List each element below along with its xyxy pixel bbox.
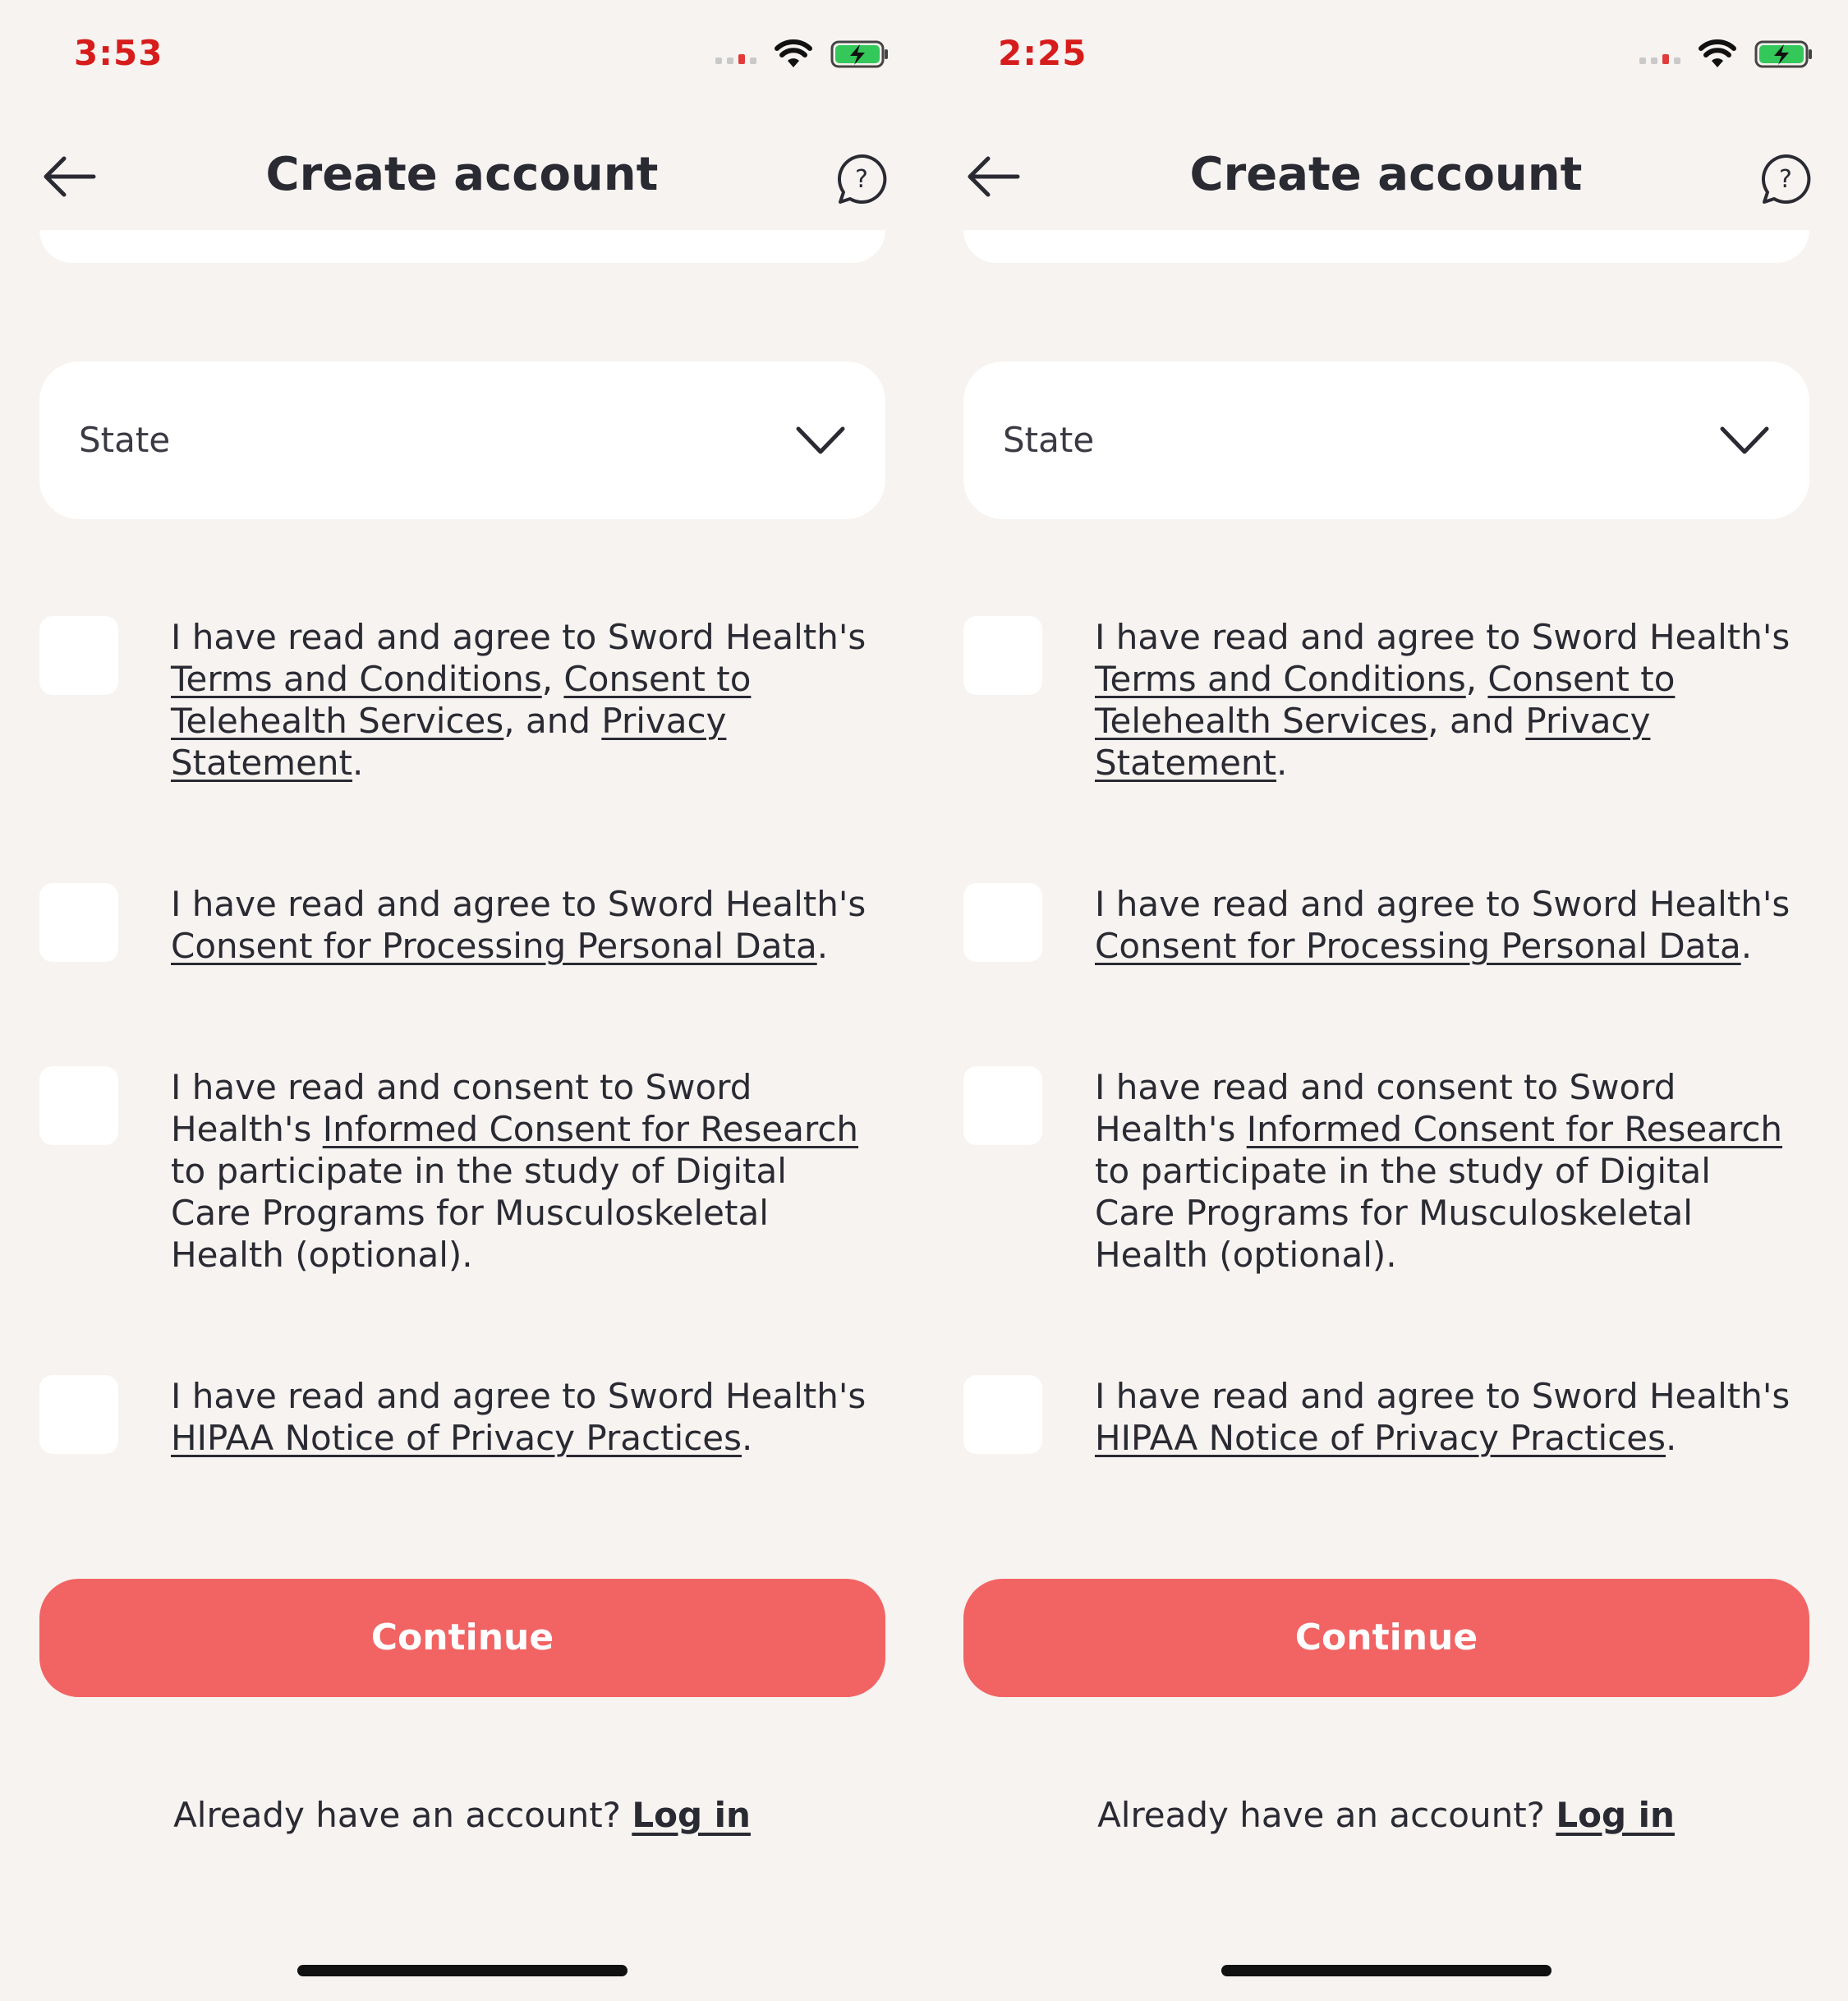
consent-personal-data-text: I have read and agree to Sword Health's … [1095, 884, 1791, 966]
consent-hipaa-text: I have read and agree to Sword Health's … [171, 1376, 867, 1458]
home-indicator[interactable] [297, 1965, 627, 1976]
wifi-icon [775, 39, 812, 67]
phone-screen-right: 2:25 Create account ? State I have read … [924, 0, 1848, 2001]
research-consent-link[interactable]: Informed Consent for Research [1247, 1109, 1782, 1149]
state-select[interactable]: State [39, 361, 885, 519]
state-select-placeholder: State [1003, 420, 1095, 460]
consent-personal-data-checkbox[interactable] [39, 883, 118, 962]
svg-text:?: ? [855, 165, 868, 194]
consent-research-text: I have read and consent to Sword Health'… [1095, 1067, 1783, 1275]
hipaa-notice-link[interactable]: HIPAA Notice of Privacy Practices [1095, 1418, 1666, 1458]
page-title: Create account [265, 148, 659, 201]
help-chat-icon[interactable]: ? [1759, 153, 1812, 205]
status-time: 3:53 [74, 33, 163, 73]
hipaa-notice-link[interactable]: HIPAA Notice of Privacy Practices [171, 1418, 742, 1458]
research-consent-link[interactable]: Informed Consent for Research [323, 1109, 858, 1149]
personal-data-consent-link[interactable]: Consent for Processing Personal Data [1095, 926, 1741, 966]
cellular-signal-icon [1639, 44, 1680, 64]
consent-hipaa-text: I have read and agree to Sword Health's … [1095, 1376, 1791, 1458]
svg-text:?: ? [1779, 165, 1792, 194]
phone-screen-left: 3:53 Create account ? State I have read … [0, 0, 924, 2001]
state-select[interactable]: State [963, 361, 1809, 519]
battery-charging-icon [1754, 40, 1812, 68]
consent-hipaa-checkbox[interactable] [963, 1375, 1042, 1454]
page-title: Create account [1189, 148, 1583, 201]
status-icons [1639, 39, 1814, 69]
login-prompt: Already have an account? Log in [1097, 1795, 1675, 1835]
home-indicator[interactable] [1221, 1965, 1551, 1976]
status-time: 2:25 [998, 33, 1087, 73]
cellular-signal-icon [715, 44, 756, 64]
previous-field-card [39, 230, 885, 263]
login-prompt: Already have an account? Log in [173, 1795, 751, 1835]
consent-terms-text: I have read and agree to Sword Health's … [1095, 617, 1791, 783]
status-icons [715, 39, 890, 69]
help-chat-icon[interactable]: ? [835, 153, 888, 205]
battery-charging-icon [830, 40, 888, 68]
consent-terms-checkbox[interactable] [963, 616, 1042, 695]
consent-hipaa-checkbox[interactable] [39, 1375, 118, 1454]
wifi-icon [1699, 39, 1736, 67]
state-select-placeholder: State [79, 420, 171, 460]
previous-field-card [963, 230, 1809, 263]
chevron-down-icon [796, 426, 845, 454]
personal-data-consent-link[interactable]: Consent for Processing Personal Data [171, 926, 817, 966]
login-link[interactable]: Log in [632, 1795, 751, 1835]
consent-research-checkbox[interactable] [39, 1066, 118, 1145]
consent-terms-text: I have read and agree to Sword Health's … [171, 617, 867, 783]
consent-research-checkbox[interactable] [963, 1066, 1042, 1145]
continue-button[interactable]: Continue [39, 1579, 885, 1697]
consent-personal-data-text: I have read and agree to Sword Health's … [171, 884, 867, 966]
chevron-down-icon [1720, 426, 1769, 454]
consent-research-text: I have read and consent to Sword Health'… [171, 1067, 859, 1275]
continue-button[interactable]: Continue [963, 1579, 1809, 1697]
terms-and-conditions-link[interactable]: Terms and Conditions [1095, 659, 1466, 699]
consent-terms-checkbox[interactable] [39, 616, 118, 695]
terms-and-conditions-link[interactable]: Terms and Conditions [171, 659, 542, 699]
login-link[interactable]: Log in [1556, 1795, 1675, 1835]
consent-personal-data-checkbox[interactable] [963, 883, 1042, 962]
